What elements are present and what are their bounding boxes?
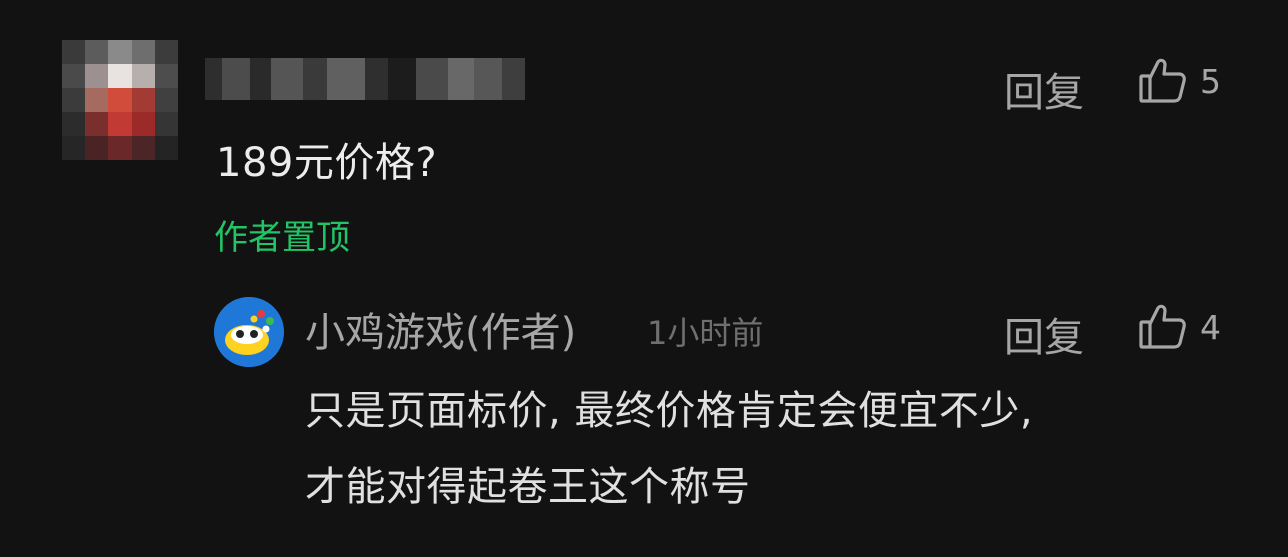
like-button[interactable]: 5 xyxy=(1138,56,1221,106)
like-count: 4 xyxy=(1200,307,1221,347)
reply-text-line: 只是页面标价, 最终价格肯定会便宜不少, xyxy=(305,388,1034,434)
reply-button[interactable]: 回复 xyxy=(1004,60,1084,118)
reply-button[interactable]: 回复 xyxy=(1004,305,1084,363)
avatar[interactable] xyxy=(214,297,284,367)
username[interactable] xyxy=(205,58,525,100)
reply-author-name[interactable]: 小鸡游戏(作者) xyxy=(305,300,576,358)
xiaoji-logo-icon xyxy=(214,297,284,367)
pinned-badge: 作者置顶 xyxy=(214,218,350,258)
comment-thread: 189元价格? 作者置顶 回复 5 小鸡游戏(作者) 1小时前 回复 4 只是页… xyxy=(0,0,1288,557)
avatar[interactable] xyxy=(62,40,178,160)
like-button[interactable]: 4 xyxy=(1138,302,1221,352)
thumbs-up-icon xyxy=(1138,302,1188,352)
like-count: 5 xyxy=(1200,61,1221,101)
reply-timestamp: 1小时前 xyxy=(647,314,764,352)
reply-text-line: 才能对得起卷王这个称号 xyxy=(305,464,751,510)
comment-text: 189元价格? xyxy=(216,140,438,186)
thumbs-up-icon xyxy=(1138,56,1188,106)
